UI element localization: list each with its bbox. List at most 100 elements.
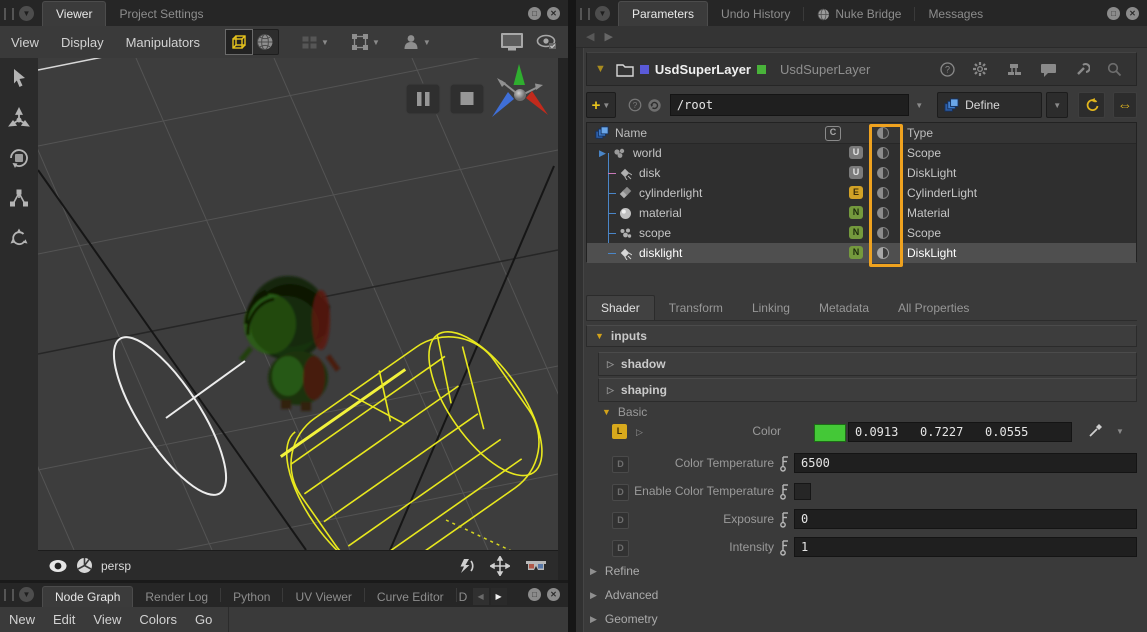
animation-menu-icon[interactable] <box>780 539 790 556</box>
animation-menu-icon[interactable] <box>780 483 790 500</box>
visibility-eye-icon[interactable] <box>48 559 68 573</box>
prim-name[interactable]: scope <box>639 223 671 243</box>
menu-new[interactable]: New <box>0 612 44 627</box>
eyedropper-icon[interactable] <box>1088 423 1103 438</box>
camera-shutter-icon[interactable] <box>76 557 93 574</box>
close-pane-icon[interactable]: ✕ <box>1126 7 1139 20</box>
tab-scroll-left-icon[interactable]: ◀ <box>473 588 489 605</box>
table-row-material[interactable]: material N Material <box>587 203 1136 223</box>
rotate-tool-button[interactable] <box>0 138 38 178</box>
local-value-badge[interactable]: L <box>612 424 627 439</box>
float-pane-icon[interactable]: □ <box>528 7 541 20</box>
menu-edit[interactable]: Edit <box>44 612 84 627</box>
comment-bubble-icon[interactable] <box>1040 62 1057 77</box>
panel-splitter[interactable] <box>568 0 576 632</box>
prim-name[interactable]: world <box>633 143 662 163</box>
menu-colors[interactable]: Colors <box>130 612 186 627</box>
orbit-tool-button[interactable] <box>0 218 38 258</box>
prim-name[interactable]: disk <box>639 163 660 183</box>
path-dropdown-icon[interactable]: ▼ <box>915 101 923 110</box>
group-shadow[interactable]: ▷ shadow <box>598 352 1137 376</box>
node-collapse-icon[interactable]: ▼ <box>595 63 606 75</box>
table-row-disk[interactable]: disk U DiskLight <box>587 163 1136 183</box>
pane-grip-icon[interactable] <box>580 8 590 20</box>
close-pane-icon[interactable]: ✕ <box>547 7 560 20</box>
select-tool-button[interactable] <box>0 58 38 98</box>
table-row-cylinderlight[interactable]: cylinderlight E CylinderLight <box>587 183 1136 203</box>
column-header-name[interactable]: Name <box>615 123 647 143</box>
pause-button[interactable] <box>406 84 440 114</box>
stop-button[interactable] <box>450 84 484 114</box>
wrench-icon[interactable] <box>1074 61 1090 77</box>
help-icon[interactable]: ? <box>940 62 955 77</box>
pan-mode-icon[interactable] <box>490 556 510 576</box>
wireframe-cube-icon[interactable] <box>226 30 252 54</box>
revert-icon[interactable] <box>647 98 662 113</box>
tab-nuke-bridge[interactable]: Nuke Bridge <box>804 2 914 26</box>
close-pane-icon[interactable]: ✕ <box>547 588 560 601</box>
enable-color-temperature-checkbox[interactable] <box>794 483 811 500</box>
default-value-badge[interactable]: D <box>612 512 629 529</box>
node-name-label[interactable]: UsdSuperLayer <box>655 62 751 77</box>
column-header-composition[interactable]: C <box>825 126 841 141</box>
color-swatch[interactable] <box>814 424 846 442</box>
table-row-world[interactable]: ▶ world U Scope <box>587 143 1136 163</box>
color-temperature-input[interactable] <box>794 453 1137 473</box>
proxy-eye-icon[interactable] <box>536 33 558 51</box>
help-small-icon[interactable]: ? <box>628 98 642 112</box>
search-icon[interactable] <box>1107 62 1122 77</box>
tab-shader[interactable]: Shader <box>586 295 655 320</box>
color-value-input[interactable] <box>848 422 1072 442</box>
camera-name-label[interactable]: persp <box>101 559 131 573</box>
tab-scroll-right-icon[interactable]: ▶ <box>491 588 507 605</box>
menu-display[interactable]: Display <box>50 35 115 50</box>
menu-manipulators[interactable]: Manipulators <box>115 35 211 50</box>
menu-view[interactable]: View <box>84 612 130 627</box>
nav-back-icon[interactable]: ◀ <box>586 30 594 43</box>
column-header-type[interactable]: Type <box>907 123 933 143</box>
default-value-badge[interactable]: D <box>612 484 629 501</box>
tab-overflow-clipped[interactable]: D <box>457 587 473 607</box>
tab-render-log[interactable]: Render Log <box>133 587 220 607</box>
globe-icon[interactable] <box>252 30 278 54</box>
float-pane-icon[interactable]: □ <box>528 588 541 601</box>
scale-tool-button[interactable] <box>0 178 38 218</box>
layout-dropdown[interactable]: ▼ <box>301 34 329 51</box>
tab-metadata[interactable]: Metadata <box>805 296 883 320</box>
menu-go[interactable]: Go <box>186 612 221 627</box>
menu-view[interactable]: View <box>0 35 50 50</box>
expander-icon[interactable]: ▶ <box>599 143 606 163</box>
tab-node-graph[interactable]: Node Graph <box>42 586 133 607</box>
animation-menu-icon[interactable] <box>780 511 790 528</box>
pane-menu-button[interactable]: ▼ <box>19 6 34 21</box>
tab-parameters[interactable]: Parameters <box>618 1 708 26</box>
node-color-swatch[interactable] <box>640 65 649 74</box>
sync-back-button[interactable] <box>1078 92 1104 118</box>
gear-icon[interactable] <box>972 61 988 77</box>
float-pane-icon[interactable]: □ <box>1107 7 1120 20</box>
exposure-input[interactable] <box>794 509 1137 529</box>
group-shaping[interactable]: ▷ shaping <box>598 378 1137 402</box>
color-options-caret[interactable]: ▼ <box>1116 427 1124 436</box>
pane-grip-icon[interactable] <box>4 8 14 20</box>
tab-uv-viewer[interactable]: UV Viewer <box>283 587 363 607</box>
flash-render-icon[interactable] <box>456 558 476 574</box>
prim-name[interactable]: material <box>639 203 682 223</box>
tab-linking[interactable]: Linking <box>738 296 804 320</box>
default-value-badge[interactable]: D <box>612 540 629 557</box>
node-tree-icon[interactable] <box>1005 63 1023 76</box>
selection-mode-dropdown[interactable]: ▼ <box>351 33 380 51</box>
swap-sync-button[interactable]: ⇔ <box>1113 92 1137 118</box>
group-basic[interactable]: ▼ Basic <box>602 404 647 420</box>
camera-person-dropdown[interactable]: ▼ <box>402 33 431 51</box>
animation-menu-icon[interactable] <box>780 455 790 472</box>
tab-transform[interactable]: Transform <box>655 296 737 320</box>
tab-project-settings[interactable]: Project Settings <box>106 2 216 26</box>
add-prim-button[interactable]: + ▼ <box>586 92 616 118</box>
group-advanced[interactable]: ▶ Advanced <box>590 588 658 602</box>
group-geometry[interactable]: ▶ Geometry <box>590 612 658 626</box>
define-dropdown[interactable]: Define <box>937 92 1042 118</box>
prim-name[interactable]: disklight <box>639 243 682 263</box>
expand-icon[interactable]: ▷ <box>636 427 643 438</box>
tab-all-properties[interactable]: All Properties <box>884 296 983 320</box>
